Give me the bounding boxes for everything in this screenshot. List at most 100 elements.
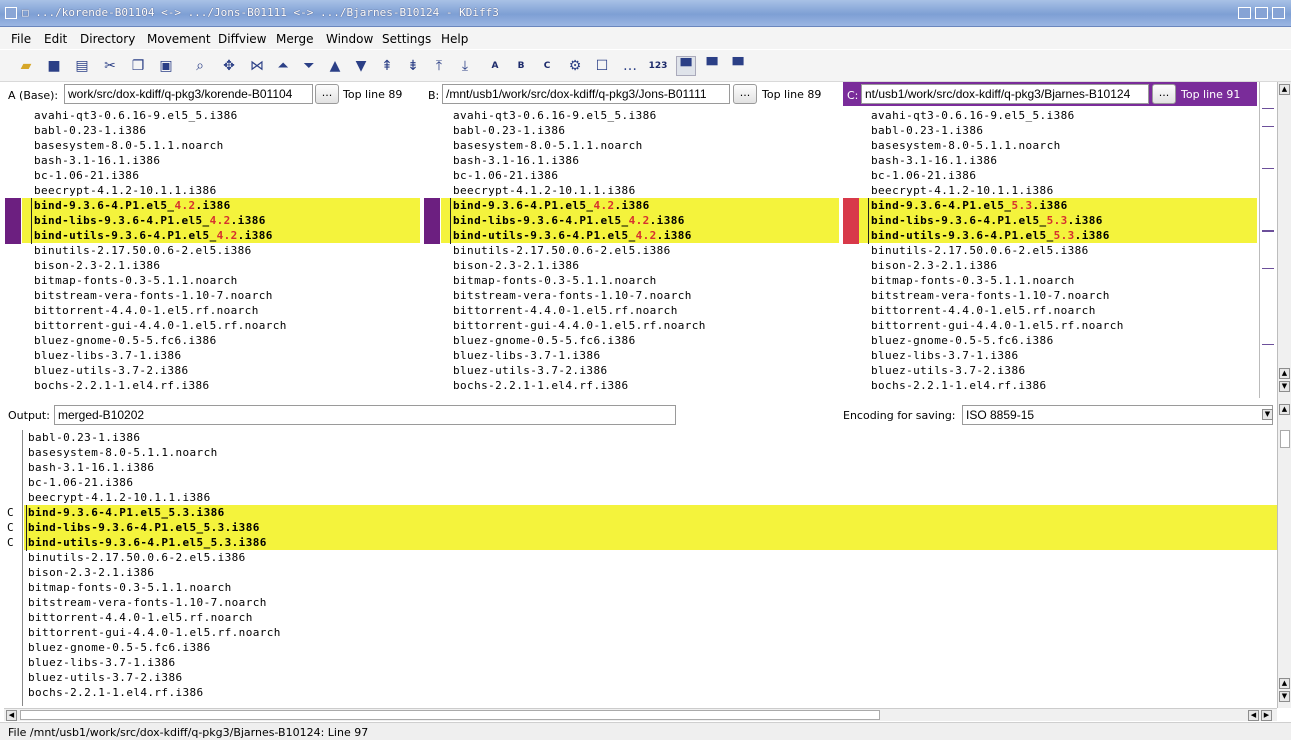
pane-b-text[interactable]: avahi-qt3-0.6.16-9.el5_5.i386 babl-0.23-1… bbox=[441, 108, 839, 400]
output-text[interactable]: babl-0.23-1.i386 basesystem-8.0-5.1.1.noa… bbox=[24, 430, 1278, 706]
status-bar: File /mnt/usb1/work/src/dox-kdiff/q-pkg3… bbox=[0, 722, 1291, 740]
scroll-up-icon[interactable]: ▲ bbox=[1279, 368, 1290, 379]
text-line: bluez-libs-3.7-1.i386 bbox=[453, 349, 601, 362]
minimize-icon[interactable] bbox=[1238, 7, 1251, 19]
menu-movement[interactable]: Movement bbox=[147, 32, 211, 46]
choose-c-button[interactable]: C bbox=[537, 56, 557, 76]
save-icon[interactable]: ■ bbox=[44, 56, 64, 76]
scroll-up-icon[interactable]: ▲ bbox=[1279, 678, 1290, 689]
line-numbers-button[interactable]: 123 bbox=[648, 56, 668, 76]
text-line: bittorrent-4.4.0-1.el5.rf.noarch bbox=[34, 304, 259, 317]
show-window-a-icon[interactable]: ▀ bbox=[676, 56, 696, 76]
overview-bar[interactable] bbox=[1259, 82, 1276, 398]
output-line: beecrypt-4.1.2-10.1.1.i386 bbox=[28, 491, 211, 504]
text-line: basesystem-8.0-5.1.1.noarch bbox=[453, 139, 643, 152]
diff-highlight: 5.3 bbox=[1046, 214, 1068, 227]
open-folder-icon[interactable]: ▰ bbox=[16, 56, 36, 76]
choose-b-button[interactable]: B bbox=[511, 56, 531, 76]
text-line: babl-0.23-1.i386 bbox=[453, 124, 566, 137]
output-line: bittorrent-gui-4.4.0-1.el5.rf.noarch bbox=[28, 626, 281, 639]
text-line: bluez-utils-3.7-2.i386 bbox=[871, 364, 1026, 377]
diff-highlight: 5.3 bbox=[1053, 229, 1075, 242]
menu-settings[interactable]: Settings bbox=[382, 32, 431, 46]
text-line: avahi-qt3-0.6.16-9.el5_5.i386 bbox=[34, 109, 238, 122]
h-scroll-thumb[interactable] bbox=[20, 710, 880, 720]
scroll-down-icon[interactable]: ▼ bbox=[1279, 381, 1290, 392]
last-delta-icon[interactable]: ⏷ bbox=[299, 56, 319, 76]
scroll-right-icon[interactable]: ▶ bbox=[1261, 710, 1272, 721]
scroll-left-icon[interactable]: ◀ bbox=[1248, 710, 1259, 721]
choose-a-button[interactable]: A bbox=[485, 56, 505, 76]
goto-top-icon[interactable]: ⋈ bbox=[247, 56, 267, 76]
text-line: bc-1.06-21.i386 bbox=[34, 169, 140, 182]
next-unsolved-icon[interactable]: ⤓ bbox=[455, 56, 475, 76]
text-line: bluez-libs-3.7-1.i386 bbox=[34, 349, 182, 362]
output-line: binutils-2.17.50.0.6-2.el5.i386 bbox=[28, 551, 246, 564]
menu-file[interactable]: File bbox=[11, 32, 31, 46]
pane-a-browse-button[interactable]: ... bbox=[315, 84, 339, 104]
pane-a-path-input[interactable]: work/src/dox-kdiff/q-pkg3/korende-B01104 bbox=[64, 84, 313, 104]
output-horizontal-scrollbar[interactable]: ◀ ◀ ▶ bbox=[4, 708, 1277, 721]
output-name-input[interactable]: merged-B10202 bbox=[54, 405, 676, 425]
window-menu-icon[interactable] bbox=[5, 7, 17, 19]
menu-edit[interactable]: Edit bbox=[44, 32, 67, 46]
show-window-b-icon[interactable]: ▀ bbox=[702, 56, 722, 76]
scroll-up-icon[interactable]: ▲ bbox=[1279, 404, 1290, 415]
output-line: bind-9.3.6-4.P1.el5_5.3.i386 bbox=[24, 505, 1278, 520]
menu-window[interactable]: Window bbox=[326, 32, 373, 46]
pane-b-browse-button[interactable]: ... bbox=[733, 84, 757, 104]
diff-highlight: 4.2 bbox=[216, 229, 238, 242]
pane-c-browse-button[interactable]: ... bbox=[1152, 84, 1176, 104]
prev-conflict-icon[interactable]: ⇞ bbox=[377, 56, 397, 76]
next-delta-icon[interactable]: ▼ bbox=[351, 56, 371, 76]
menu-directory[interactable]: Directory bbox=[80, 32, 135, 46]
window-title: □ .../korende-B01104 <-> .../Jons-B01111… bbox=[22, 6, 499, 19]
close-icon[interactable] bbox=[1272, 7, 1285, 19]
scroll-thumb[interactable] bbox=[1280, 430, 1290, 448]
find-icon[interactable]: ⌕ bbox=[190, 56, 210, 76]
goto-current-icon[interactable]: ✥ bbox=[219, 56, 239, 76]
pane-c-text[interactable]: avahi-qt3-0.6.16-9.el5_5.i386 babl-0.23-1… bbox=[859, 108, 1257, 400]
diff-highlight: 4.2 bbox=[174, 199, 196, 212]
conflict-marks: CCC bbox=[0, 430, 22, 706]
text-line: bc-1.06-21.i386 bbox=[453, 169, 559, 182]
print-icon[interactable]: ▤ bbox=[72, 56, 92, 76]
scroll-down-icon[interactable]: ▼ bbox=[1279, 691, 1290, 702]
text-line: bash-3.1-16.1.i386 bbox=[453, 154, 580, 167]
conflict-mark: C bbox=[7, 521, 14, 534]
pane-b-path-input[interactable]: /mnt/usb1/work/src/dox-kdiff/q-pkg3/Jons… bbox=[442, 84, 730, 104]
text-line: bc-1.06-21.i386 bbox=[871, 169, 977, 182]
text-line: babl-0.23-1.i386 bbox=[871, 124, 984, 137]
menu-merge[interactable]: Merge bbox=[276, 32, 313, 46]
conflict-mark: C bbox=[7, 536, 14, 549]
menu-diffview[interactable]: Diffview bbox=[218, 32, 266, 46]
scroll-left-icon[interactable]: ◀ bbox=[6, 710, 17, 721]
output-vertical-scrollbar[interactable]: ▲ ▲ ▼ bbox=[1277, 398, 1291, 708]
text-line: bison-2.3-2.1.i386 bbox=[453, 259, 580, 272]
auto-advance-icon[interactable]: ⚙ bbox=[565, 56, 585, 76]
text-line: bitmap-fonts-0.3-5.1.1.noarch bbox=[34, 274, 238, 287]
pane-vertical-scrollbar[interactable]: ▲ ▲ ▼ bbox=[1277, 82, 1291, 398]
cut-icon[interactable]: ✂ bbox=[100, 56, 120, 76]
show-space-chars-icon[interactable]: … bbox=[620, 56, 640, 76]
paste-icon[interactable]: ▣ bbox=[156, 56, 176, 76]
prev-unsolved-icon[interactable]: ⤒ bbox=[429, 56, 449, 76]
next-conflict-icon[interactable]: ⇟ bbox=[403, 56, 423, 76]
text-line: bind-9.3.6-4.P1.el5_4.2.i386 bbox=[22, 198, 420, 213]
pane-a-text[interactable]: avahi-qt3-0.6.16-9.el5_5.i386 babl-0.23-1… bbox=[22, 108, 420, 400]
output-line: bluez-utils-3.7-2.i386 bbox=[28, 671, 183, 684]
text-line: babl-0.23-1.i386 bbox=[34, 124, 147, 137]
scroll-up-icon[interactable]: ▲ bbox=[1279, 84, 1290, 95]
copy-icon[interactable]: ❐ bbox=[128, 56, 148, 76]
encoding-select[interactable]: ISO 8859-15 bbox=[962, 405, 1273, 425]
menu-help[interactable]: Help bbox=[441, 32, 468, 46]
show-window-c-icon[interactable]: ▀ bbox=[728, 56, 748, 76]
first-delta-icon[interactable]: ⏶ bbox=[273, 56, 293, 76]
output-line: bind-utils-9.3.6-4.P1.el5_5.3.i386 bbox=[24, 535, 1278, 550]
prev-delta-icon[interactable]: ▲ bbox=[325, 56, 345, 76]
chevron-down-icon[interactable]: ▼ bbox=[1262, 409, 1273, 420]
show-whitespace-icon[interactable]: ☐ bbox=[592, 56, 612, 76]
text-line: avahi-qt3-0.6.16-9.el5_5.i386 bbox=[871, 109, 1075, 122]
pane-c-path-input[interactable]: nt/usb1/work/src/dox-kdiff/q-pkg3/Bjarne… bbox=[861, 84, 1149, 104]
maximize-icon[interactable] bbox=[1255, 7, 1268, 19]
